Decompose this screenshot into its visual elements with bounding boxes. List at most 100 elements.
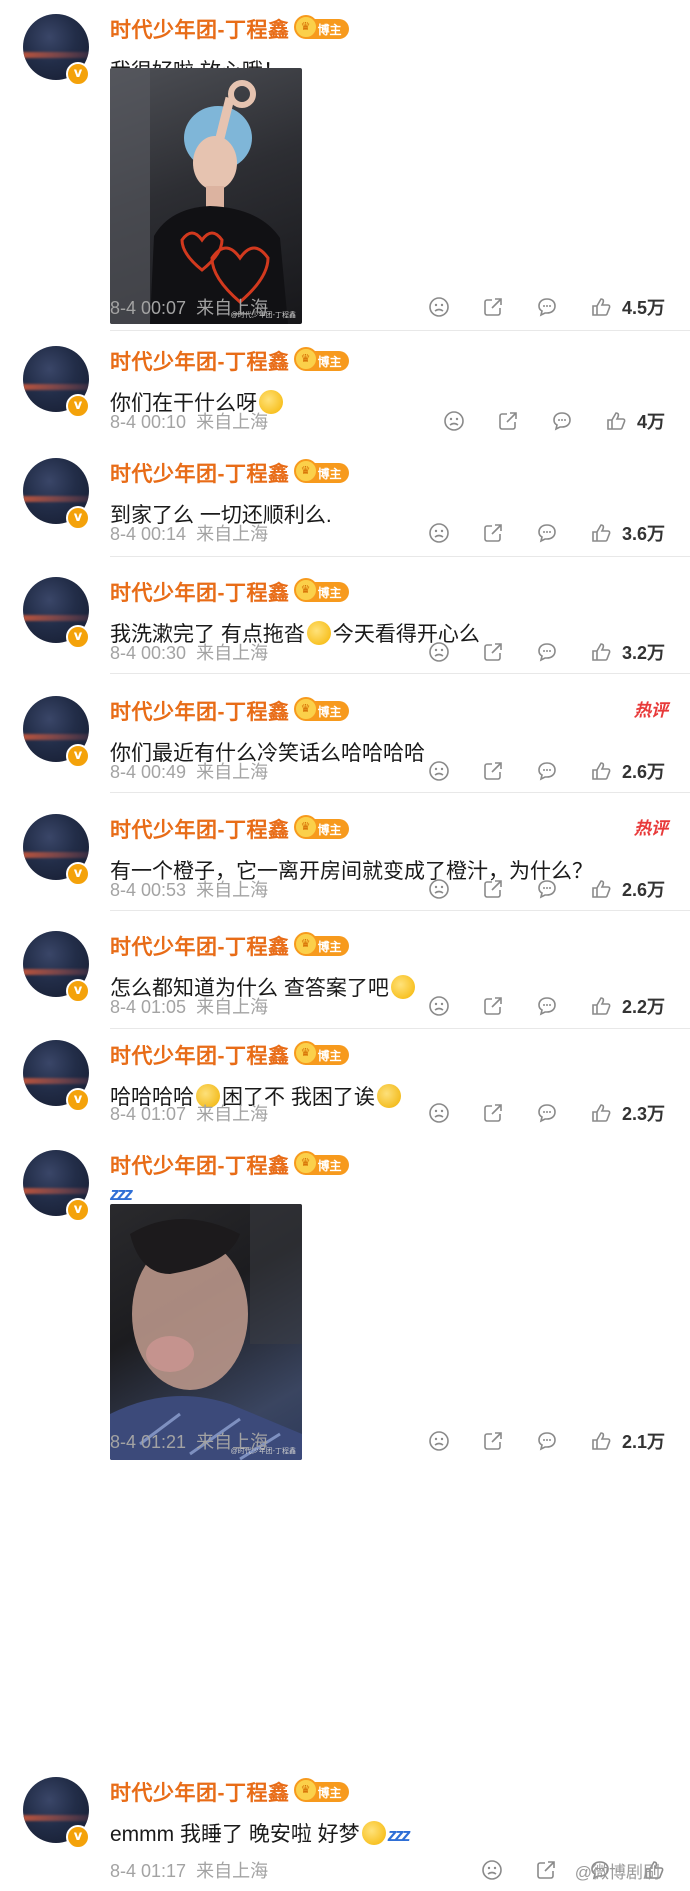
thinking-emoji-icon (361, 1821, 386, 1845)
like-count: 2.6万 (621, 762, 665, 782)
like-icon[interactable] (590, 995, 612, 1017)
blogger-badge: ♛ 博主 (293, 932, 349, 956)
divider (110, 330, 690, 331)
blogger-badge: ♛ 博主 (293, 459, 349, 483)
crown-icon: ♛ (293, 578, 318, 602)
photo-sleepy-face[interactable]: @时代少年团-丁程鑫 (110, 1204, 302, 1460)
comment-icon[interactable] (536, 760, 558, 782)
comment-icon[interactable] (536, 878, 558, 900)
comment-icon[interactable] (536, 641, 558, 663)
author-name[interactable]: 时代少年团-丁程鑫 (110, 931, 290, 961)
zzz-icon: zzz (110, 1184, 133, 1204)
dislike-face-icon[interactable] (428, 995, 450, 1017)
verified-badge-icon: v (66, 1088, 90, 1112)
share-icon[interactable] (497, 410, 519, 432)
crown-icon: ♛ (293, 1778, 318, 1802)
author-name[interactable]: 时代少年团-丁程鑫 (110, 696, 290, 726)
share-icon[interactable] (482, 641, 504, 663)
author-name[interactable]: 时代少年团-丁程鑫 (110, 14, 290, 44)
like-icon[interactable] (590, 760, 612, 782)
blogger-badge: ♛ 博主 (293, 697, 349, 721)
share-icon[interactable] (482, 995, 504, 1017)
comment-time: 8-4 00:30 来自上海 (110, 643, 269, 663)
author-name[interactable]: 时代少年团-丁程鑫 (110, 1150, 290, 1180)
share-icon[interactable] (482, 296, 504, 318)
share-icon[interactable] (482, 522, 504, 544)
author-name[interactable]: 时代少年团-丁程鑫 (110, 814, 290, 844)
comment-icon[interactable] (536, 1430, 558, 1452)
dislike-face-icon[interactable] (481, 1859, 503, 1881)
like-icon[interactable] (590, 522, 612, 544)
like-icon[interactable] (590, 296, 612, 318)
comment-icon[interactable] (551, 410, 573, 432)
blogger-badge: ♛ 博主 (293, 578, 349, 602)
author-name[interactable]: 时代少年团-丁程鑫 (110, 458, 290, 488)
dislike-face-icon[interactable] (428, 760, 450, 782)
like-count: 3.2万 (621, 643, 665, 663)
verified-badge-icon: v (66, 1198, 90, 1222)
dislike-face-icon[interactable] (428, 1430, 450, 1452)
hot-comment-badge: 热评 (634, 701, 668, 720)
divider (110, 556, 690, 557)
like-count: 4万 (636, 412, 665, 432)
hot-comment-badge: 热评 (634, 819, 668, 838)
comment-time: 8-4 01:05 来自上海 (110, 997, 269, 1017)
divider (110, 910, 690, 911)
like-count: 2.3万 (621, 1104, 665, 1124)
author-name[interactable]: 时代少年团-丁程鑫 (110, 1040, 290, 1070)
comment-time: 8-4 00:49 来自上海 (110, 762, 269, 782)
comment-icon[interactable] (536, 522, 558, 544)
share-icon[interactable] (535, 1859, 557, 1881)
verified-badge-icon: v (66, 506, 90, 530)
crown-icon: ♛ (293, 15, 318, 39)
like-icon[interactable] (590, 1102, 612, 1124)
dislike-face-icon[interactable] (428, 296, 450, 318)
like-count: 2.6万 (621, 880, 665, 900)
share-icon[interactable] (482, 1102, 504, 1124)
comment-time: 8-4 00:07 来自上海 (110, 298, 269, 318)
verified-badge-icon: v (66, 625, 90, 649)
author-name[interactable]: 时代少年团-丁程鑫 (110, 1777, 290, 1807)
comment-icon[interactable] (536, 1102, 558, 1124)
comment-time: 8-4 00:14 来自上海 (110, 524, 269, 544)
photo-selfie-blue-hair[interactable]: @时代少年团-丁程鑫 (110, 68, 302, 324)
like-count: 2.2万 (621, 997, 665, 1017)
verified-badge-icon: v (66, 1825, 90, 1849)
crown-icon: ♛ (293, 1041, 318, 1065)
crown-icon: ♛ (293, 932, 318, 956)
like-icon[interactable] (590, 641, 612, 663)
divider (110, 1028, 690, 1029)
dislike-face-icon[interactable] (428, 522, 450, 544)
like-count: 4.5万 (621, 298, 665, 318)
crown-icon: ♛ (293, 459, 318, 483)
zzz-icon: zzz (387, 1825, 411, 1845)
like-count: 2.1万 (621, 1432, 665, 1452)
crown-icon: ♛ (293, 697, 318, 721)
crown-icon: ♛ (293, 1151, 318, 1175)
comment-time: 8-4 01:07 来自上海 (110, 1104, 269, 1124)
dislike-face-icon[interactable] (428, 641, 450, 663)
share-icon[interactable] (482, 878, 504, 900)
share-icon[interactable] (482, 1430, 504, 1452)
share-icon[interactable] (482, 760, 504, 782)
blogger-badge: ♛ 博主 (293, 1041, 349, 1065)
like-icon[interactable] (590, 878, 612, 900)
dislike-face-icon[interactable] (443, 410, 465, 432)
like-icon[interactable] (590, 1430, 612, 1452)
blogger-badge: ♛ 博主 (293, 15, 349, 39)
comment-icon[interactable] (536, 296, 558, 318)
author-name[interactable]: 时代少年团-丁程鑫 (110, 346, 290, 376)
verified-badge-icon: v (66, 862, 90, 886)
verified-badge-icon: v (66, 744, 90, 768)
verified-badge-icon: v (66, 979, 90, 1003)
crown-icon: ♛ (293, 347, 318, 371)
comment-time: 8-4 00:10 来自上海 (110, 412, 269, 432)
comment-icon[interactable] (536, 995, 558, 1017)
author-name[interactable]: 时代少年团-丁程鑫 (110, 577, 290, 607)
dislike-face-icon[interactable] (428, 1102, 450, 1124)
comment-time: 8-4 01:21 来自上海 (110, 1432, 269, 1452)
crown-icon: ♛ (293, 815, 318, 839)
dislike-face-icon[interactable] (428, 878, 450, 900)
like-icon[interactable] (605, 410, 627, 432)
divider (110, 792, 690, 793)
